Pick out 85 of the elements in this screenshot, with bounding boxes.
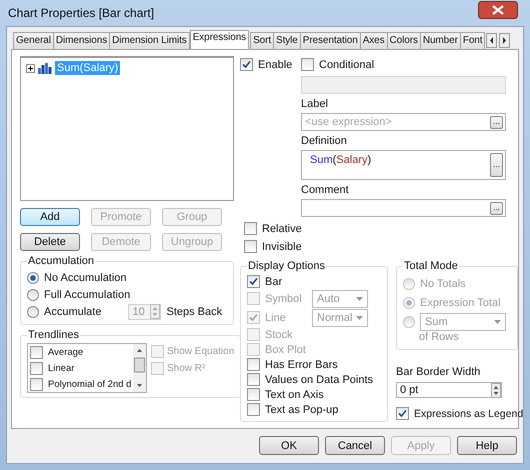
scroll-bar[interactable] (133, 344, 146, 392)
checkbox-label: Polynomial of 2nd d (48, 378, 132, 390)
radio-button[interactable] (27, 272, 39, 284)
bar-chart-icon (38, 62, 52, 74)
checkbox-label: Invisible (262, 240, 302, 252)
tab[interactable]: General (13, 32, 54, 49)
checkbox[interactable] (301, 58, 314, 71)
tab[interactable]: Style (273, 32, 301, 49)
spinner-icon[interactable] (491, 382, 501, 398)
tab[interactable]: Number (420, 32, 461, 49)
tab[interactable]: Sort (250, 32, 274, 49)
checkbox-label: Enable (258, 58, 292, 70)
ellipsis-button[interactable]: ... (490, 116, 503, 128)
checkbox-label: Text as Pop-up (265, 404, 338, 416)
field-label: Bar Border Width (396, 366, 482, 379)
expander-icon[interactable] (26, 64, 35, 72)
radio-label: Full Accumulation (44, 288, 130, 300)
group-title: Accumulation (27, 255, 96, 267)
field-label: Definition (301, 135, 348, 148)
dialog-button[interactable]: OK (259, 436, 319, 455)
comment-field[interactable]: ... (301, 199, 506, 217)
caret-icon (356, 296, 363, 300)
checkbox-label: Show R² (167, 363, 206, 374)
checkbox-label: Bar (265, 276, 282, 288)
checkbox-label: Symbol (265, 292, 303, 304)
checkbox-label: Average (48, 346, 84, 358)
checkbox[interactable] (247, 403, 260, 416)
checkbox-label: Relative (262, 222, 302, 234)
checkbox[interactable] (247, 388, 260, 401)
group-title: Display Options (247, 260, 326, 272)
definition-field[interactable]: Sum(Salary) ... (301, 150, 506, 180)
tab[interactable]: Axes (360, 32, 388, 49)
checkbox[interactable] (30, 346, 43, 358)
radio-label: No Totals (420, 278, 466, 290)
checkbox-label: Line (265, 312, 287, 324)
checkbox-label: Stock (265, 328, 293, 340)
ellipsis-button[interactable]: ... (490, 202, 503, 214)
close-icon[interactable] (478, 1, 518, 19)
border-width-field[interactable]: 0 pt (396, 382, 502, 398)
checkbox[interactable] (396, 407, 409, 420)
action-button[interactable]: Add (20, 208, 80, 226)
radio-button[interactable] (27, 306, 39, 318)
checkbox-label: Text on Axis (265, 388, 324, 400)
action-button[interactable]: Delete (20, 233, 80, 251)
checkbox[interactable] (30, 378, 43, 390)
tab[interactable]: Font (460, 32, 486, 49)
checkbox-label: Linear (48, 362, 74, 374)
checkbox-label: Box Plot (265, 344, 306, 356)
radio-label: No Accumulation (44, 272, 127, 284)
scroll-right-icon[interactable] (499, 33, 510, 48)
group-title: Total Mode (403, 260, 459, 272)
checkbox[interactable] (30, 362, 43, 374)
field-label: Comment (301, 184, 350, 197)
caret-icon (494, 320, 501, 324)
tab[interactable]: Colors (386, 32, 421, 49)
checkbox[interactable] (247, 373, 260, 386)
checkbox[interactable] (247, 358, 260, 371)
group-title: Trendlines (27, 329, 80, 341)
checkbox-label: Has Error Bars (265, 358, 338, 370)
window-title: Chart Properties [Bar chart] (7, 6, 154, 20)
checkbox-label: Values on Data Points (265, 374, 374, 386)
checkbox[interactable] (247, 275, 260, 288)
checkbox-label: Conditional (319, 58, 374, 70)
checkbox[interactable] (244, 222, 257, 235)
checkbox[interactable] (244, 240, 257, 253)
checkbox-label: Expressions as Legend (414, 408, 524, 420)
ellipsis-button[interactable]: ... (490, 153, 503, 177)
steps-label: Steps Back (166, 306, 222, 318)
checkbox-label: Show Equation (167, 346, 234, 357)
tab[interactable]: Dimension Limits (109, 32, 190, 49)
condition-field[interactable] (301, 76, 506, 94)
radio-button[interactable] (27, 288, 39, 300)
dialog-button[interactable]: Help (457, 436, 517, 455)
tab[interactable]: Expressions (190, 30, 250, 49)
dialog-button[interactable]: Cancel (325, 436, 385, 455)
checkbox[interactable] (240, 58, 253, 71)
field-label: Label (301, 98, 329, 111)
caret-icon (356, 316, 363, 320)
tab[interactable]: Dimensions (52, 32, 110, 49)
label-field[interactable]: <use expression> ... (301, 113, 506, 131)
radio-label: Accumulate (44, 306, 102, 318)
scroll-left-icon[interactable] (486, 33, 498, 48)
rows-label: of Rows (418, 331, 459, 343)
tab[interactable]: Presentation (300, 32, 361, 49)
radio-label: Expression Total (420, 296, 501, 308)
